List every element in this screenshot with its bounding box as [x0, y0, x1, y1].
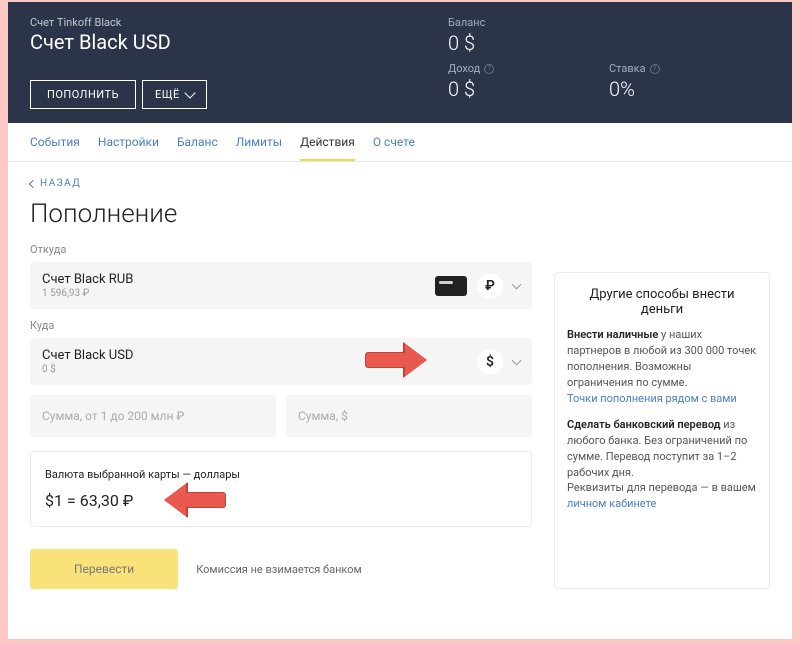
more-button[interactable]: ЕЩЁ	[142, 80, 207, 109]
tab-События[interactable]: События	[30, 123, 80, 161]
stat-income: Доход? 0 $	[448, 62, 609, 101]
chevron-left-icon	[29, 179, 37, 187]
fee-note: Комиссия не взимается банком	[196, 563, 361, 576]
to-label: Куда	[30, 319, 532, 332]
help-icon[interactable]: ?	[484, 64, 494, 74]
cash-points-link[interactable]: Точки пополнения рядом с вами	[567, 392, 737, 405]
amount-usd-input[interactable]: Сумма, $	[286, 395, 532, 437]
page-title: Пополнение	[30, 199, 532, 229]
side-title: Другие способы внести деньги	[567, 287, 757, 317]
chevron-down-icon	[512, 355, 522, 365]
requisites-link[interactable]: личном кабинете	[567, 497, 656, 510]
tab-bar: События Настройки Баланс Лимиты Действия О сч…	[8, 123, 792, 162]
back-link[interactable]: НАЗАД	[30, 178, 532, 189]
other-methods-panel: Другие способы внести деньги Внести нали…	[554, 272, 770, 589]
tab-Лимиты[interactable]: Лимиты	[236, 123, 282, 161]
stat-rate: Ставка? 0%	[609, 62, 770, 101]
chevron-down-icon	[184, 87, 195, 98]
help-icon[interactable]: ?	[650, 64, 660, 74]
currency-badge-rub: ₽	[477, 273, 503, 299]
account-header: Счет Tinkoff Black Счет Black USD Баланс…	[8, 2, 792, 123]
exchange-rate-box: Валюта выбранной карты — доллары $1 = 63…	[30, 451, 532, 527]
deposit-button[interactable]: ПОПОЛНИТЬ	[30, 80, 136, 109]
to-account-select[interactable]: Счет Black USD 0 $ $	[30, 338, 532, 385]
from-label: Откуда	[30, 243, 532, 256]
stat-balance: Баланс 0 $	[448, 16, 770, 55]
tab-Действия[interactable]: Действия	[300, 123, 355, 161]
from-account-select[interactable]: Счет Black RUB 1 596,93 ₽ ₽	[30, 262, 532, 309]
tab-О счете[interactable]: О счете	[373, 123, 415, 161]
chevron-down-icon	[512, 279, 522, 289]
currency-badge-usd: $	[477, 349, 503, 375]
transfer-button[interactable]: Перевести	[30, 549, 178, 589]
card-icon	[435, 276, 467, 296]
amount-rub-input[interactable]: Сумма, от 1 до 200 млн ₽	[30, 395, 276, 437]
tab-Настройки[interactable]: Настройки	[98, 123, 159, 161]
tab-Баланс[interactable]: Баланс	[177, 123, 218, 161]
